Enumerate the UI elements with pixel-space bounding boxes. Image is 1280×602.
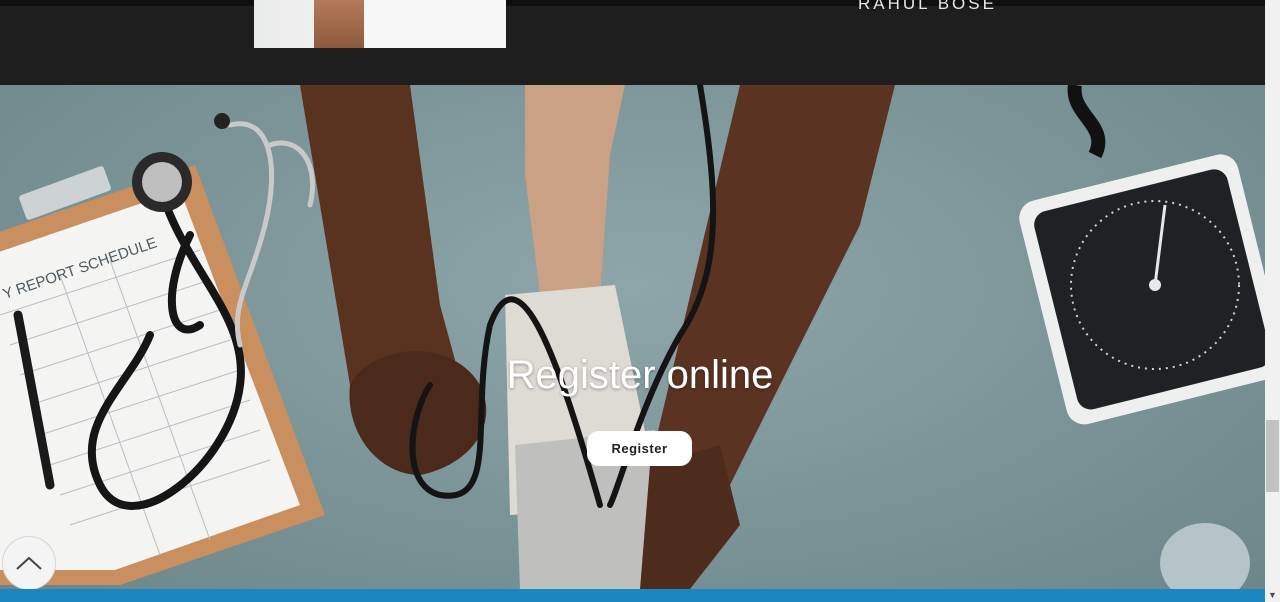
arms-illustration bbox=[300, 85, 895, 589]
team-member-name: RAHUL BOSE bbox=[858, 0, 997, 13]
register-hero-section: Y REPORT SCHEDULE Register online Regist… bbox=[0, 85, 1265, 589]
glass-illustration bbox=[1160, 523, 1250, 589]
chevron-up-icon bbox=[16, 556, 42, 570]
scrollbar-thumb[interactable] bbox=[1266, 420, 1279, 492]
photo-shirt bbox=[364, 0, 506, 48]
section-divider bbox=[0, 0, 1265, 6]
register-button[interactable]: Register bbox=[587, 431, 692, 466]
back-to-top-button[interactable] bbox=[2, 536, 56, 590]
register-title: Register online bbox=[506, 353, 774, 397]
hero-background-image: Y REPORT SCHEDULE bbox=[0, 85, 1265, 589]
team-member-photo bbox=[254, 0, 506, 48]
scroll-down-arrow-icon[interactable]: ▼ bbox=[1265, 589, 1280, 602]
page-scrollbar[interactable] bbox=[1265, 0, 1280, 602]
team-section: RAHUL BOSE bbox=[0, 0, 1265, 85]
footer-bar bbox=[0, 589, 1265, 602]
